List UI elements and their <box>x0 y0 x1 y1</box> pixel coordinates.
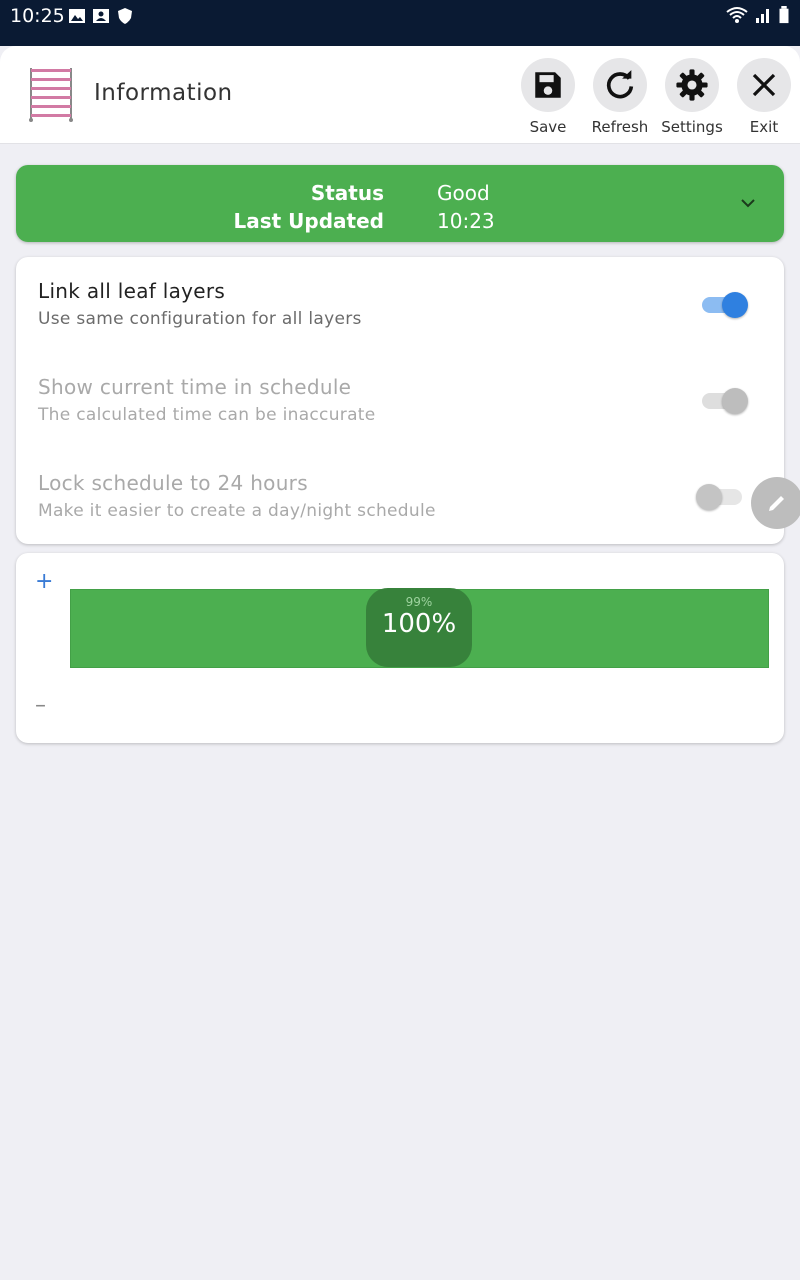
status-value: Good <box>437 181 490 205</box>
setting-title: Link all leaf layers <box>38 279 226 303</box>
settings-label: Settings <box>661 118 723 136</box>
contact-notification-icon <box>93 9 109 23</box>
settings-button[interactable]: Settings <box>656 58 728 136</box>
pencil-icon <box>769 496 784 511</box>
gear-icon <box>676 69 708 101</box>
save-icon <box>535 72 561 98</box>
setting-subtitle: Use same configuration for all layers <box>38 309 362 329</box>
page-title: Information <box>94 80 233 106</box>
close-icon <box>752 73 776 97</box>
exit-label: Exit <box>749 118 779 136</box>
lock-schedule-toggle[interactable] <box>696 484 746 510</box>
signal-icon <box>756 9 769 23</box>
setting-show-current-time[interactable]: Show current time in schedule The calcul… <box>38 375 758 425</box>
settings-card: Link all leaf layers Use same configurat… <box>16 257 784 544</box>
refresh-button[interactable]: Refresh <box>584 58 656 136</box>
edit-button[interactable] <box>751 477 800 529</box>
setting-title: Lock schedule to 24 hours <box>38 471 308 495</box>
shelf-rack-icon <box>29 68 73 122</box>
status-key: Status <box>310 181 384 205</box>
battery-icon <box>779 6 789 24</box>
setting-lock-schedule[interactable]: Lock schedule to 24 hours Make it easier… <box>38 471 758 521</box>
refresh-label: Refresh <box>591 118 649 136</box>
status-banner[interactable]: Status Last Updated Good 10:23 <box>16 165 784 242</box>
shield-icon <box>118 8 132 24</box>
decrease-button[interactable]: – <box>35 693 46 718</box>
setting-subtitle: Make it easier to create a day/night sch… <box>38 501 436 521</box>
show-current-time-toggle[interactable] <box>700 388 750 414</box>
save-label: Save <box>529 118 567 136</box>
chevron-down-icon[interactable] <box>738 193 758 213</box>
system-status-bar: 10:25 <box>0 0 800 32</box>
level-card: + 99% 100% – <box>16 553 784 743</box>
setting-subtitle: The calculated time can be inaccurate <box>38 405 376 425</box>
last-updated-key: Last Updated <box>233 209 384 233</box>
app-header: Information Save Refresh Settings Exit <box>0 46 800 144</box>
link-leaf-layers-toggle[interactable] <box>700 292 750 318</box>
image-notification-icon <box>69 9 85 23</box>
wifi-icon <box>726 7 748 23</box>
refresh-icon <box>606 70 634 99</box>
status-bar-strip <box>0 32 800 46</box>
current-level-value: 100% <box>381 609 457 639</box>
previous-level-value: 99% <box>405 595 433 609</box>
clock: 10:25 <box>10 5 65 27</box>
level-slider-thumb[interactable]: 99% 100% <box>366 588 472 667</box>
setting-title: Show current time in schedule <box>38 375 352 399</box>
increase-button[interactable]: + <box>35 569 53 594</box>
last-updated-value: 10:23 <box>437 209 495 233</box>
save-button[interactable]: Save <box>512 58 584 136</box>
exit-button[interactable]: Exit <box>728 58 800 136</box>
setting-link-leaf-layers[interactable]: Link all leaf layers Use same configurat… <box>38 279 758 329</box>
